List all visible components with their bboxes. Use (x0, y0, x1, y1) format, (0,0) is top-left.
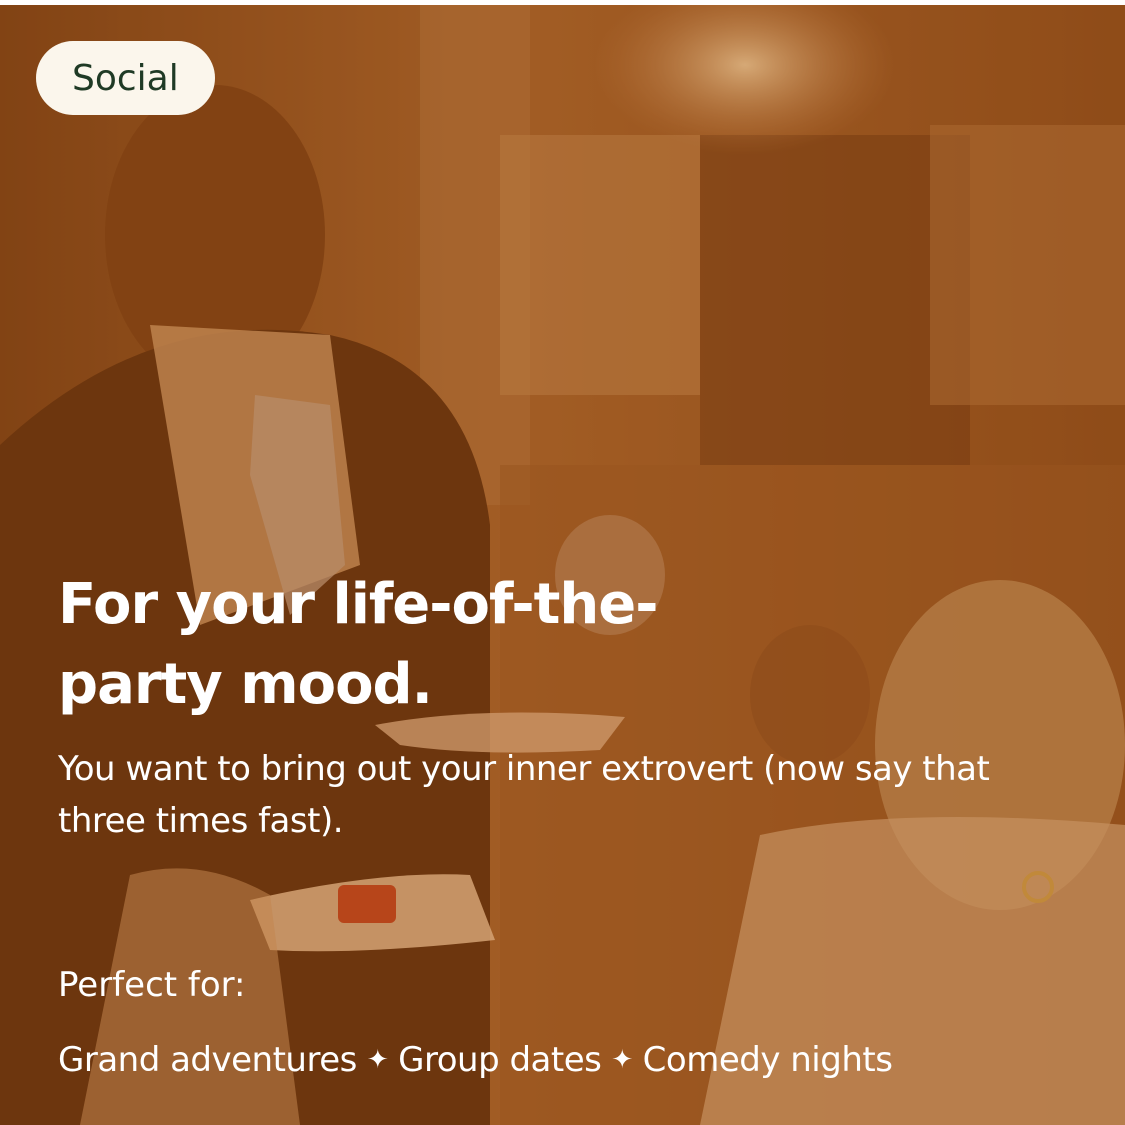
headline-line-2: party mood. (58, 652, 433, 717)
perfect-for-tags: Grand adventures ✦ Group dates ✦ Comedy … (58, 1035, 893, 1085)
tag-item: Grand adventures (58, 1040, 357, 1080)
tag-item: Group dates (398, 1040, 602, 1080)
headline: For your life-of-the- party mood. (58, 565, 758, 725)
category-badge: Social (36, 41, 215, 115)
headline-line-1: For your life-of-the- (58, 572, 658, 637)
sparkle-icon: ✦ (611, 1045, 633, 1075)
mood-card: Social For your life-of-the- party mood.… (0, 5, 1125, 1125)
perfect-for-label: Perfect for: (58, 965, 246, 1005)
sparkle-icon: ✦ (366, 1045, 389, 1075)
tag-item: Comedy nights (642, 1040, 893, 1080)
description: You want to bring out your inner extrove… (58, 749, 990, 841)
